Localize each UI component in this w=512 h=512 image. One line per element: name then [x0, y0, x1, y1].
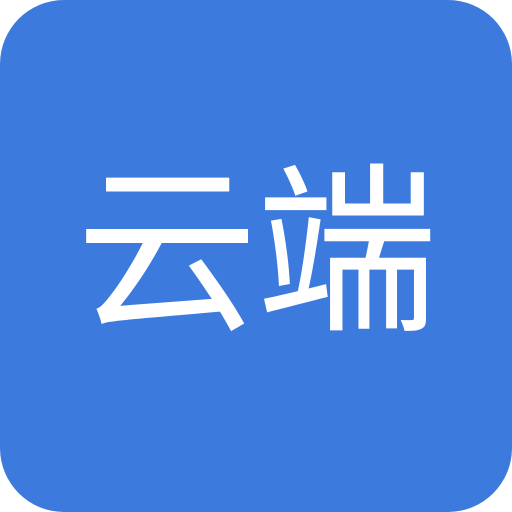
app-icon-label: 云端	[76, 147, 438, 359]
app-icon[interactable]: 云端	[0, 0, 512, 512]
